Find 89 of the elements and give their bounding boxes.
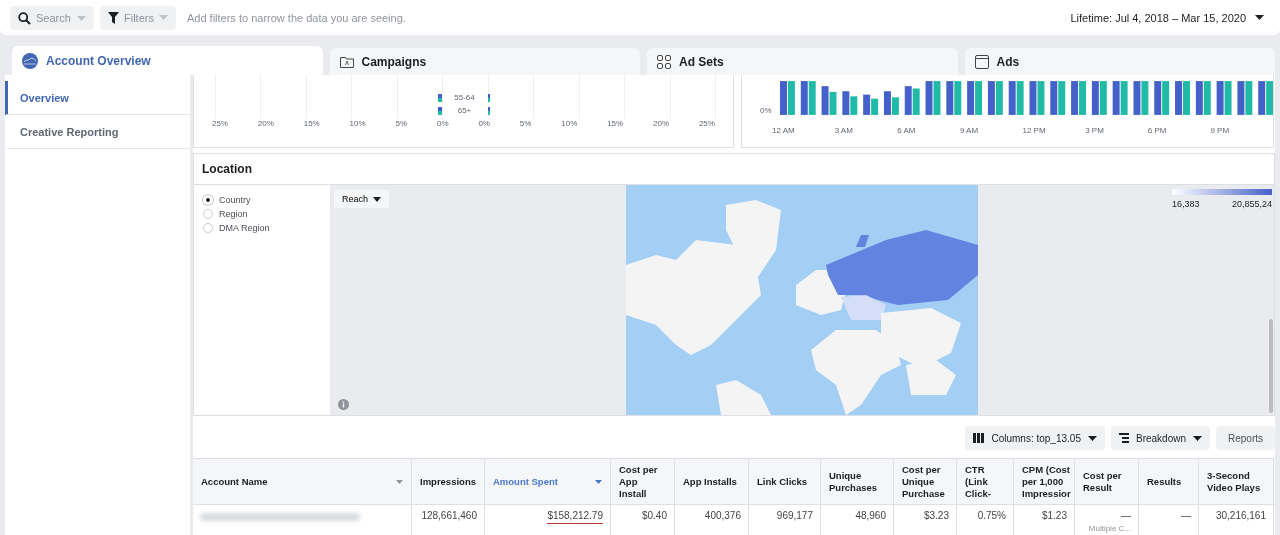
- table-cell: 30,216,161: [1215, 510, 1266, 521]
- axis-label: 10%: [561, 119, 578, 128]
- search-field[interactable]: Search: [10, 5, 94, 30]
- axis-label: 3 AM: [834, 126, 854, 135]
- table-cell: $158,212.79: [547, 510, 603, 524]
- column-header[interactable]: Cost per Result: [1075, 459, 1139, 504]
- axis-label: 9 AM: [959, 126, 980, 135]
- caret-icon: [158, 15, 168, 20]
- legend-label: 16,383: [1172, 199, 1200, 210]
- column-header[interactable]: Cost per Unique Purchase: [894, 459, 957, 504]
- axis-label: 20%: [257, 119, 274, 128]
- bar-icon: [487, 93, 490, 102]
- column-header[interactable]: CPM (Cost per 1,000 Impressior: [1014, 459, 1075, 504]
- window-icon: [974, 54, 989, 69]
- sidebar-item[interactable]: Creative Reporting: [5, 115, 190, 149]
- table-cell: $3.23: [923, 510, 949, 521]
- caret-icon: [1087, 435, 1097, 441]
- caret-icon: [373, 196, 381, 202]
- radio-button[interactable]: [203, 223, 213, 234]
- column-header[interactable]: Cost per App Install: [611, 459, 675, 504]
- axis-label: 0%: [478, 119, 490, 128]
- legend-label: 20,855,24: [1231, 199, 1272, 210]
- table-cell: —: [1121, 510, 1131, 521]
- column-header[interactable]: Unique Purchases: [821, 459, 894, 504]
- date-range-dropdown[interactable]: Lifetime: Jul 4, 2018 – Mar 15, 2020: [1064, 11, 1270, 24]
- column-header[interactable]: 3-Second Video Plays: [1199, 459, 1274, 504]
- radio-label[interactable]: DMA Region: [219, 223, 270, 234]
- table-cell: 969,177: [776, 510, 813, 521]
- column-header[interactable]: CTR (Link Click-: [957, 459, 1014, 504]
- axis-label: 5%: [519, 119, 532, 128]
- column-header[interactable]: App Installs: [675, 459, 749, 504]
- axis-label: 0%: [760, 106, 772, 115]
- caret-icon: [1193, 435, 1202, 441]
- axis-label: 6 AM: [897, 126, 917, 135]
- cell-note: Multiple C...: [1088, 524, 1131, 533]
- table-cell: 128,661,460: [421, 510, 477, 521]
- folder-icon: [339, 55, 354, 68]
- search-icon: [18, 11, 31, 25]
- caret-icon: [1255, 15, 1264, 20]
- grid-icon: [657, 54, 671, 69]
- axis-label: 12 PM: [1022, 126, 1047, 135]
- filter-icon: [108, 11, 119, 24]
- column-header[interactable]: Results: [1139, 459, 1199, 504]
- axis-label: 5%: [395, 119, 408, 128]
- axis-label: 20%: [653, 119, 670, 128]
- sidebar-item[interactable]: Overview: [5, 81, 190, 115]
- filter-hint: Add filters to narrow the data you are seeing.: [186, 11, 406, 24]
- radio-label[interactable]: Country: [219, 195, 251, 206]
- column-header[interactable]: Account Name: [193, 459, 412, 504]
- scrollbar[interactable]: [1269, 319, 1273, 414]
- axis-label: 10%: [349, 119, 366, 128]
- axis-label: 15%: [303, 119, 320, 128]
- radio-button[interactable]: [203, 209, 213, 220]
- axis-label: 9 PM: [1210, 126, 1231, 135]
- radio-label[interactable]: Region: [219, 209, 248, 220]
- reports-dropdown[interactable]: Reports: [1216, 426, 1275, 451]
- columns-dropdown[interactable]: Columns: top_13.05: [965, 426, 1105, 451]
- table-cell: $0.40: [641, 510, 667, 521]
- age-label: 55-64: [453, 93, 476, 102]
- column-header[interactable]: Impressions: [412, 459, 485, 504]
- bar-icon: [437, 93, 442, 102]
- bar-icon: [487, 106, 490, 115]
- globe-icon: [22, 52, 38, 69]
- table-cell: 400,376: [704, 510, 741, 521]
- tab[interactable]: Account Overview: [12, 46, 323, 75]
- axis-label: 25%: [211, 119, 228, 128]
- bar-icon: [437, 106, 442, 115]
- axis-label: 12 AM: [772, 126, 796, 135]
- info-icon[interactable]: [338, 399, 349, 411]
- reach-dropdown[interactable]: Reach: [334, 190, 389, 209]
- axis-label: 25%: [698, 119, 715, 128]
- tab[interactable]: Ads: [964, 48, 1275, 75]
- breakdown-icon: [1118, 433, 1129, 444]
- table-cell: 0.75%: [977, 510, 1006, 521]
- table-cell: $1.23: [1041, 510, 1067, 521]
- columns-icon: [973, 433, 985, 444]
- breakdown-dropdown[interactable]: Breakdown: [1110, 426, 1210, 451]
- axis-label: 15%: [607, 119, 624, 128]
- age-label: 65+: [456, 106, 473, 115]
- axis-label: 6 PM: [1147, 126, 1168, 135]
- axis-label: 3 PM: [1085, 126, 1105, 135]
- axis-label: 0%: [436, 119, 449, 128]
- caret-icon: [77, 15, 86, 21]
- tab[interactable]: Ad Sets: [647, 48, 958, 75]
- tab[interactable]: Campaigns: [329, 48, 640, 75]
- column-header[interactable]: Link Clicks: [749, 459, 821, 504]
- column-header[interactable]: Amount Spent: [485, 459, 611, 504]
- table-cell: 48,960: [855, 510, 886, 521]
- table-cell: —: [1181, 510, 1191, 521]
